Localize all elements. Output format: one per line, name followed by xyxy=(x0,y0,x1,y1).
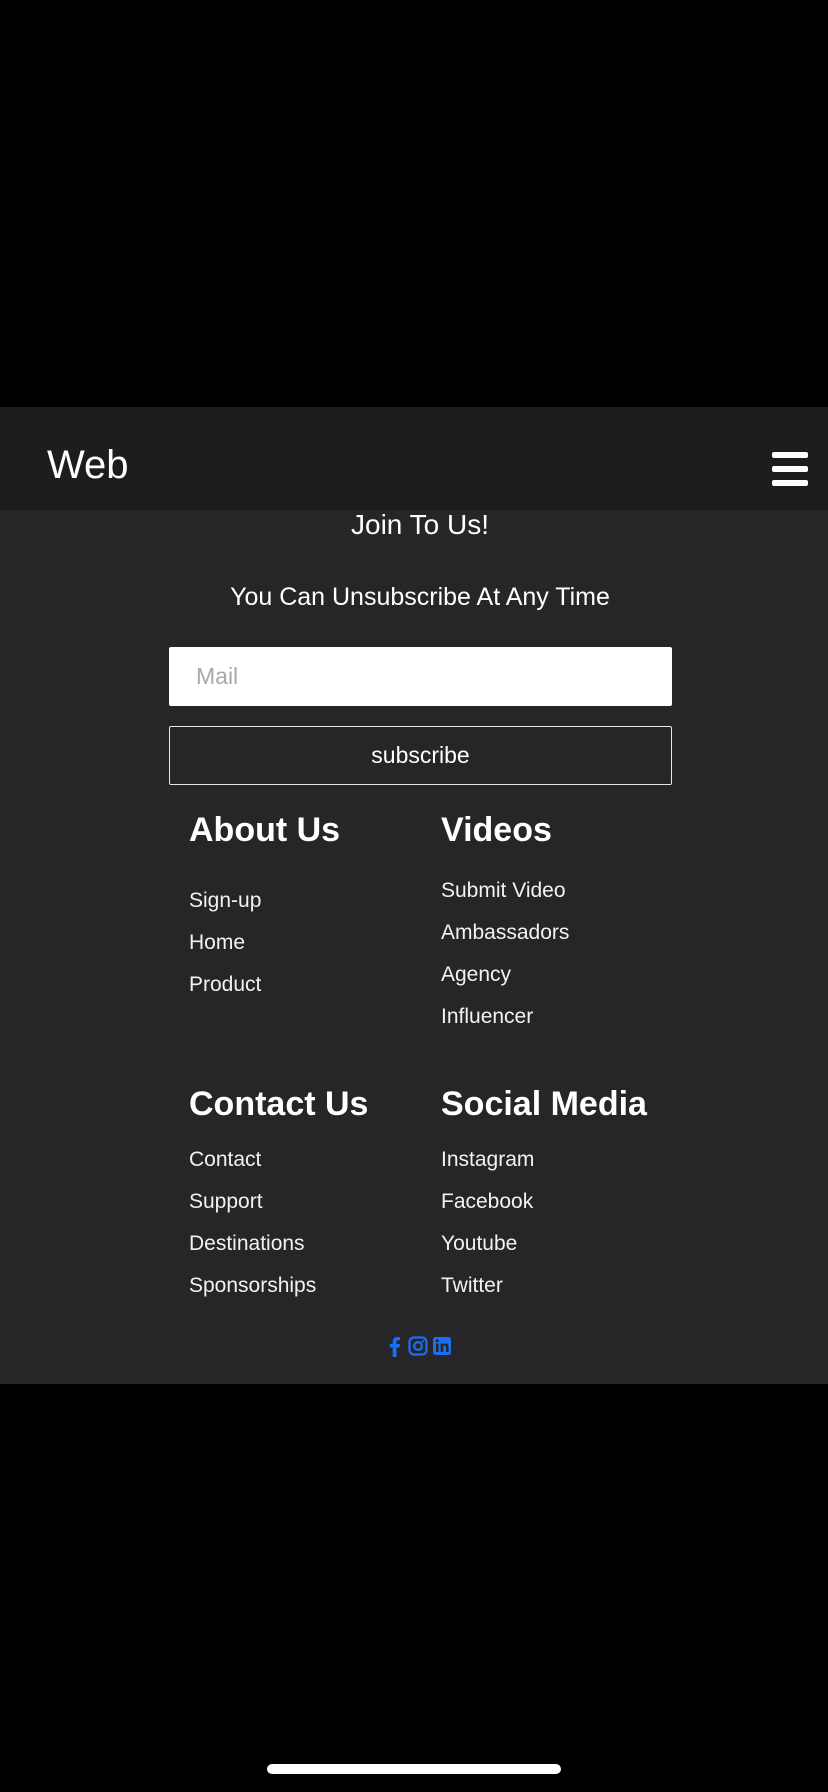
footer-column-videos: Videos Submit Video Ambassadors Agency I… xyxy=(441,813,741,1038)
newsletter-subtitle: You Can Unsubscribe At Any Time xyxy=(230,583,610,611)
footer-links-videos: Submit Video Ambassadors Agency Influenc… xyxy=(441,870,741,1038)
footer-heading-videos: Videos xyxy=(441,811,552,849)
footer-link-ambassadors[interactable]: Ambassadors xyxy=(441,912,741,954)
home-indicator[interactable] xyxy=(267,1764,561,1774)
footer-heading-social-media: Social Media xyxy=(441,1085,647,1123)
linkedin-icon[interactable] xyxy=(432,1335,452,1357)
phone-screen: Web Join To Us! You Can Unsubscribe At A… xyxy=(0,0,828,1792)
footer-link-instagram[interactable]: Instagram xyxy=(441,1139,741,1181)
footer-link-facebook[interactable]: Facebook xyxy=(441,1181,741,1223)
instagram-icon[interactable] xyxy=(408,1335,428,1357)
social-icons-row xyxy=(384,1334,452,1358)
footer-link-youtube[interactable]: Youtube xyxy=(441,1223,741,1265)
hamburger-menu-icon[interactable] xyxy=(772,452,808,486)
brand-logo[interactable]: Web xyxy=(47,445,129,485)
menu-bar-bottom xyxy=(772,480,808,486)
footer-links-social-media: Instagram Facebook Youtube Twitter xyxy=(441,1139,741,1307)
footer-link-twitter[interactable]: Twitter xyxy=(441,1265,741,1307)
subscribe-button[interactable]: subscribe xyxy=(169,726,672,785)
menu-bar-middle xyxy=(772,466,808,472)
footer-link-agency[interactable]: Agency xyxy=(441,954,741,996)
facebook-icon[interactable] xyxy=(384,1335,404,1357)
navbar: Web xyxy=(0,407,828,510)
menu-bar-top xyxy=(772,452,808,458)
footer-column-social-media: Social Media Instagram Facebook Youtube … xyxy=(441,1087,741,1307)
web-page: Web Join To Us! You Can Unsubscribe At A… xyxy=(0,407,828,1384)
footer-link-submit-video[interactable]: Submit Video xyxy=(441,870,741,912)
mail-input[interactable] xyxy=(169,647,672,706)
footer-link-influencer[interactable]: Influencer xyxy=(441,996,741,1038)
newsletter-title: Join To Us! xyxy=(351,509,489,540)
